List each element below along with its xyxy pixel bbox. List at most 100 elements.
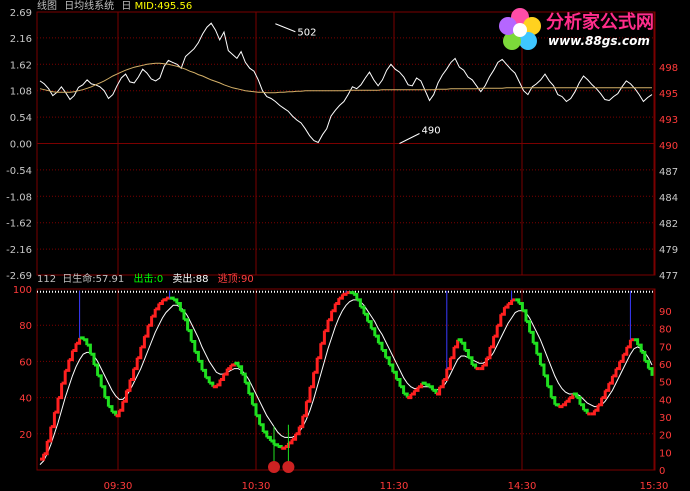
life-line-segment xyxy=(439,379,445,389)
life-line-segment xyxy=(230,363,236,367)
life-line-segment xyxy=(245,381,251,394)
life-line-segment xyxy=(468,356,474,365)
life-line-segment xyxy=(605,383,611,392)
life-line-segment xyxy=(461,341,467,351)
logo-title: 分析家公式网 xyxy=(546,12,654,33)
life-line-segment xyxy=(155,303,161,311)
life-line-segment xyxy=(173,298,179,304)
life-line-segment xyxy=(133,357,139,371)
life-line-segment xyxy=(209,381,215,387)
life-line-segment xyxy=(266,435,272,441)
life-line-segment xyxy=(353,292,359,300)
life-line-segment xyxy=(108,405,114,413)
life-line-segment xyxy=(112,410,118,416)
life-line-segment xyxy=(403,392,409,398)
life-line-segment xyxy=(299,415,305,429)
indicator-axis-tick-right: 50 xyxy=(659,378,672,389)
life-line-segment xyxy=(374,334,380,344)
life-line-segment xyxy=(580,403,586,411)
indicator-axis-tick-right: 10 xyxy=(659,448,672,459)
site-logo: 分析家公式网 www.88gs.com xyxy=(492,4,688,56)
life-line-segment xyxy=(54,397,60,414)
life-line-segment xyxy=(252,403,258,416)
life-line-segment xyxy=(313,357,319,374)
price-axis-tick-right: 482 xyxy=(659,219,678,230)
indicator-axis-tick-right: 70 xyxy=(659,342,672,353)
header-item-ma-system: 日均线系统 xyxy=(64,1,115,12)
life-line-segment xyxy=(270,439,276,445)
life-line-segment xyxy=(288,439,294,445)
life-line-segment xyxy=(554,403,560,407)
life-line-segment xyxy=(50,412,56,429)
chart-canvas[interactable]: 2.69 2.16 1.62 1.08 0.54 0.00 -0.54 -1.08 -1.62 -… xyxy=(0,0,690,491)
life-line-segment xyxy=(648,367,654,376)
time-axis-label: 10:30 xyxy=(242,481,271,491)
price-axis-tick-left: -2.16 xyxy=(6,245,32,256)
life-line-segment xyxy=(529,330,535,344)
price-axis-tick-right: 493 xyxy=(659,115,678,126)
life-line-segment xyxy=(122,390,128,403)
life-line-segment xyxy=(356,298,362,308)
life-line-segment xyxy=(410,390,416,396)
price-axis-tick-right: 498 xyxy=(659,63,678,74)
life-line-segment xyxy=(277,445,283,449)
price-axis-tick-right: 490 xyxy=(659,141,678,152)
price-axis-tick-right: 484 xyxy=(659,193,678,204)
flower-logo-icon xyxy=(499,8,541,50)
header-item-period: 日 xyxy=(121,1,132,12)
life-line-segment xyxy=(544,374,550,387)
life-line-segment xyxy=(58,383,64,400)
life-line-segment xyxy=(104,396,110,407)
life-line-segment xyxy=(623,346,629,356)
life-line-segment xyxy=(612,368,618,378)
buy-signal-dot xyxy=(282,461,295,473)
price-axis-tick-left: 0.00 xyxy=(10,140,32,151)
indicator-axis-tick-left: 40 xyxy=(19,394,32,405)
life-line-segment xyxy=(389,363,395,373)
life-line-segment xyxy=(382,349,388,358)
life-line-segment xyxy=(418,383,424,389)
life-line-segment xyxy=(396,378,402,387)
price-axis-tick-left: 1.08 xyxy=(10,87,32,98)
indicator-axis-tick-right: 0 xyxy=(659,466,665,477)
life-line-segment xyxy=(526,320,532,333)
life-line-segment xyxy=(364,312,370,322)
life-line-segment xyxy=(619,354,625,363)
life-line-segment xyxy=(515,298,521,304)
life-line-segment xyxy=(97,374,103,387)
life-line-segment xyxy=(371,327,377,337)
life-line-segment xyxy=(302,401,308,418)
price-panel-header: 线图 日均线系统 日 MID:495.56 xyxy=(37,1,192,13)
life-line-segment xyxy=(641,350,647,362)
life-line-segment xyxy=(565,397,571,403)
life-line-segment xyxy=(238,365,244,375)
life-line-segment xyxy=(180,309,186,320)
life-line-segment xyxy=(216,379,222,387)
life-line-segment xyxy=(248,392,254,405)
life-line-segment xyxy=(83,338,89,346)
life-line-segment xyxy=(259,423,265,432)
header-item-sell: 卖出:88 xyxy=(172,274,209,285)
life-line-segment xyxy=(540,363,546,376)
life-line-segment xyxy=(378,341,384,351)
extreme-marker-line xyxy=(399,133,420,144)
life-line-segment xyxy=(198,359,204,371)
price-axis-tick-left: 2.16 xyxy=(10,34,32,45)
life-line-segment xyxy=(562,401,568,407)
life-line-segment xyxy=(428,385,434,391)
header-item-escape-top: 逃顶:90 xyxy=(217,274,254,285)
life-line-segment xyxy=(158,299,164,305)
life-line-segment xyxy=(137,346,143,360)
life-line-segment xyxy=(616,361,622,371)
life-line-segment xyxy=(601,390,607,400)
price-axis-tick-right: 495 xyxy=(659,89,678,100)
life-line-segment xyxy=(493,325,499,338)
life-line-segment xyxy=(533,341,539,355)
life-line-segment xyxy=(324,319,330,333)
life-line-segment xyxy=(335,298,341,305)
life-line-segment xyxy=(504,303,510,309)
life-line-segment xyxy=(400,385,406,394)
life-line-segment xyxy=(162,298,168,302)
life-line-segment xyxy=(68,350,74,362)
header-item-life-line: 日生命:57.91 xyxy=(62,274,125,285)
